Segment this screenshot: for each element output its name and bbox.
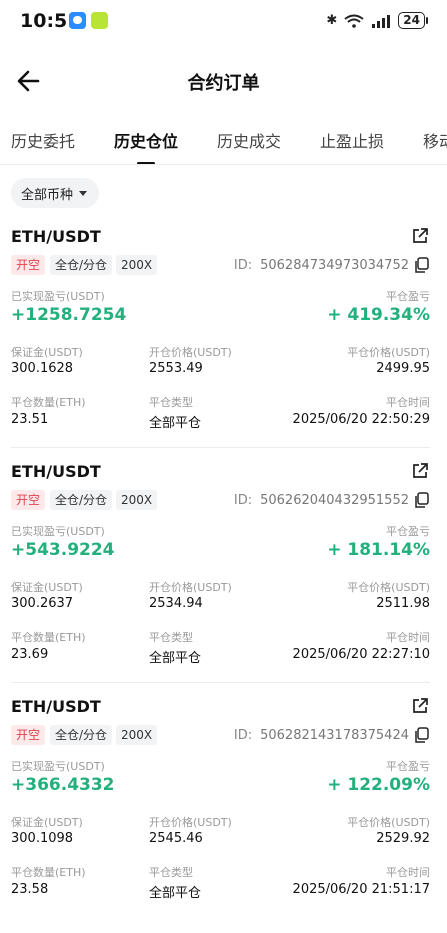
close-pnl-pct-label: 平仓盈亏 — [386, 760, 430, 773]
close-qty-value: 23.51 — [11, 412, 49, 427]
margin-label: 保证金(USDT) — [11, 816, 83, 829]
copy-icon[interactable] — [413, 726, 429, 744]
margin-label: 保证金(USDT) — [11, 346, 83, 359]
close-qty-label: 平仓数量(ETH) — [11, 631, 86, 644]
copy-icon[interactable] — [413, 256, 429, 274]
order-id-label: ID: — [233, 257, 253, 273]
realized-pnl-label: 已实现盈亏(USDT) — [11, 760, 105, 773]
signal-icon — [372, 14, 391, 28]
close-price-label: 平仓价格(USDT) — [347, 816, 430, 829]
caret-down-icon — [79, 190, 88, 196]
leverage-tag: 200X — [116, 255, 158, 275]
close-time-value: 2025/06/20 22:50:29 — [292, 412, 430, 427]
order-id-row: ID: 506284734973034752 — [234, 255, 429, 275]
close-price-label: 平仓价格(USDT) — [347, 346, 430, 359]
close-pnl-pct-label: 平仓盈亏 — [386, 525, 430, 538]
order-card: ETH/USDT 开空 全仓/分仓 200X ID: 5062821431783… — [0, 697, 447, 933]
leverage-tag: 200X — [116, 725, 158, 745]
close-pnl-pct-label: 平仓盈亏 — [386, 290, 430, 303]
open-price-label: 开仓价格(USDT) — [149, 816, 232, 829]
share-icon[interactable] — [411, 462, 429, 480]
order-id-value: 506284734973034752 — [260, 257, 409, 273]
margin-value: 300.1628 — [11, 361, 74, 376]
close-type-label: 平仓类型 — [149, 631, 193, 644]
open-price-value: 2545.46 — [149, 831, 203, 846]
close-qty-label: 平仓数量(ETH) — [11, 866, 86, 879]
order-symbol: ETH/USDT — [11, 697, 101, 716]
message-app-icon — [69, 12, 86, 29]
order-card: ETH/USDT 开空 全仓/分仓 200X ID: 5062847349730… — [0, 227, 447, 463]
share-icon[interactable] — [411, 227, 429, 245]
realized-pnl-value: +543.9224 — [11, 540, 115, 560]
order-symbol: ETH/USDT — [11, 462, 101, 481]
order-id-label: ID: — [233, 727, 253, 743]
tab-bar: 历史委托 历史仓位 历史成交 止盈止损 移动 — [0, 120, 447, 165]
copy-icon[interactable] — [413, 491, 429, 509]
order-card: ETH/USDT 开空 全仓/分仓 200X ID: 5062620404329… — [0, 462, 447, 698]
close-time-label: 平仓时间 — [386, 396, 430, 409]
close-pnl-pct-value: + 419.34% — [327, 305, 430, 325]
margin-mode-tag: 全仓/分仓 — [50, 490, 113, 510]
page-title: 合约订单 — [187, 73, 260, 94]
margin-mode-tag: 全仓/分仓 — [50, 255, 113, 275]
realized-pnl-label: 已实现盈亏(USDT) — [11, 525, 105, 538]
tab-trade-history[interactable]: 历史成交 — [217, 128, 281, 152]
realized-pnl-label: 已实现盈亏(USDT) — [11, 290, 105, 303]
close-type-label: 平仓类型 — [149, 866, 193, 879]
order-id-row: ID: 506262040432951552 — [234, 490, 429, 510]
close-price-value: 2499.95 — [376, 361, 430, 376]
tab-trailing[interactable]: 移动 — [423, 128, 447, 152]
order-id-value: 506262040432951552 — [260, 492, 409, 508]
battery-indicator: 24 — [398, 12, 428, 29]
bluetooth-icon: ✱ — [326, 13, 338, 28]
side-tag: 开空 — [11, 725, 46, 745]
margin-value: 300.2637 — [11, 596, 74, 611]
margin-mode-tag: 全仓/分仓 — [50, 725, 113, 745]
close-type-value: 全部平仓 — [149, 886, 202, 901]
status-bar: 10:51 ✱ 24 — [0, 0, 447, 44]
close-qty-value: 23.69 — [11, 647, 49, 662]
close-qty-value: 23.58 — [11, 882, 49, 897]
market-app-icon — [91, 12, 108, 29]
close-type-label: 平仓类型 — [149, 396, 193, 409]
order-id-row: ID: 506282143178375424 — [234, 725, 429, 745]
system-icons: ✱ 24 — [326, 12, 428, 29]
close-price-label: 平仓价格(USDT) — [347, 581, 430, 594]
close-price-value: 2511.98 — [376, 596, 430, 611]
card-divider — [11, 682, 430, 683]
close-time-label: 平仓时间 — [386, 866, 430, 879]
margin-value: 300.1098 — [11, 831, 74, 846]
page-header: 合约订单 — [0, 56, 447, 106]
tab-order-history[interactable]: 历史委托 — [11, 128, 75, 152]
order-symbol: ETH/USDT — [11, 227, 101, 246]
open-price-value: 2553.49 — [149, 361, 203, 376]
close-type-value: 全部平仓 — [149, 651, 202, 666]
tab-position-history[interactable]: 历史仓位 — [114, 128, 178, 164]
wifi-icon — [344, 14, 364, 28]
card-divider — [11, 447, 430, 448]
close-time-value: 2025/06/20 22:27:10 — [292, 647, 430, 662]
coin-filter-label: 全部币种 — [21, 187, 74, 203]
side-tag: 开空 — [11, 490, 46, 510]
order-id-value: 506282143178375424 — [260, 727, 409, 743]
close-type-value: 全部平仓 — [149, 416, 202, 431]
order-id-label: ID: — [233, 492, 253, 508]
close-time-value: 2025/06/20 21:51:17 — [292, 882, 430, 897]
close-qty-label: 平仓数量(ETH) — [11, 396, 86, 409]
close-price-value: 2529.92 — [376, 831, 430, 846]
margin-label: 保证金(USDT) — [11, 581, 83, 594]
realized-pnl-value: +1258.7254 — [11, 305, 127, 325]
open-price-label: 开仓价格(USDT) — [149, 581, 232, 594]
tab-tp-sl[interactable]: 止盈止损 — [320, 128, 384, 152]
realized-pnl-value: +366.4332 — [11, 775, 115, 795]
side-tag: 开空 — [11, 255, 46, 275]
share-icon[interactable] — [411, 697, 429, 715]
coin-filter-dropdown[interactable]: 全部币种 — [11, 178, 100, 208]
close-pnl-pct-value: + 122.09% — [327, 775, 430, 795]
close-pnl-pct-value: + 181.14% — [327, 540, 430, 560]
open-price-value: 2534.94 — [149, 596, 203, 611]
close-time-label: 平仓时间 — [386, 631, 430, 644]
open-price-label: 开仓价格(USDT) — [149, 346, 232, 359]
leverage-tag: 200X — [116, 490, 158, 510]
